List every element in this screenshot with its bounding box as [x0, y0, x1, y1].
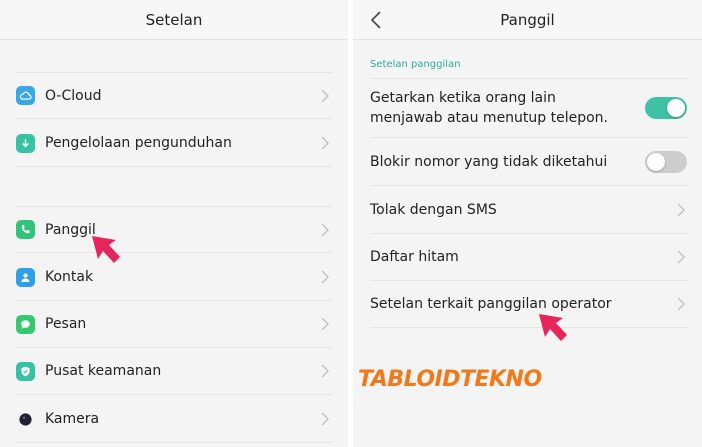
pointer-arrow-icon [539, 314, 567, 341]
operator-call-settings-row[interactable]: Setelan terkait panggilan operator [370, 281, 688, 328]
download-icon [16, 133, 35, 153]
settings-header: Setelan [0, 0, 348, 40]
call-header: Panggil [353, 0, 702, 40]
settings-item-messages[interactable]: Pesan [16, 301, 332, 348]
camera-icon [16, 410, 35, 429]
settings-item-label: Pesan [45, 316, 87, 332]
chevron-right-icon [321, 364, 330, 378]
page-title: Panggil [500, 10, 555, 29]
setting-label: Blokir nomor yang tidak diketahui [370, 153, 608, 170]
settings-item-phone[interactable]: Panggil [16, 206, 332, 253]
setting-label: Setelan terkait panggilan operator [370, 296, 612, 312]
chevron-right-icon [677, 250, 686, 264]
chevron-right-icon [321, 270, 330, 284]
setting-label: Getarkan ketika orang lain menjawab atau… [370, 90, 609, 126]
chevron-right-icon [321, 136, 330, 150]
chevron-right-icon [321, 412, 330, 426]
setting-label: Daftar hitam [370, 249, 459, 265]
vibrate-on-answer-row[interactable]: Getarkan ketika orang lain menjawab atau… [370, 78, 688, 138]
settings-item-label: Kontak [45, 269, 94, 285]
settings-item-contacts[interactable]: Kontak [16, 254, 332, 301]
settings-item-label: Pusat keamanan [45, 363, 162, 379]
setting-label: Tolak dengan SMS [370, 201, 497, 218]
watermark-text: TABLOIDTEKNO [358, 367, 542, 392]
settings-item-label: O-Cloud [45, 87, 102, 104]
chevron-right-icon [677, 297, 686, 311]
chevron-right-icon [321, 317, 330, 331]
shield-icon [16, 361, 35, 381]
blacklist-row[interactable]: Daftar hitam [370, 234, 688, 281]
settings-item-o-cloud[interactable]: O-Cloud [16, 72, 332, 119]
chevron-right-icon [321, 88, 330, 103]
block-unknown-numbers-row[interactable]: Blokir nomor yang tidak diketahui [370, 138, 688, 186]
settings-item-security-center[interactable]: Pusat keamanan [16, 348, 332, 395]
settings-screen: Setelan O-Cloud Pengelolaan pengunduhan … [0, 0, 348, 447]
block-unknown-toggle[interactable] [645, 150, 687, 173]
toggle-knob [667, 99, 685, 117]
settings-item-label: Kamera [45, 411, 100, 427]
back-arrow-icon[interactable] [367, 9, 387, 31]
settings-item-download-manager[interactable]: Pengelolaan pengunduhan [16, 120, 332, 167]
vibrate-toggle[interactable] [645, 97, 687, 119]
contact-icon [16, 267, 35, 287]
phone-icon [16, 220, 35, 239]
toggle-knob [647, 152, 665, 171]
message-icon [16, 314, 35, 334]
page-title: Setelan [145, 10, 203, 29]
chevron-right-icon [321, 222, 330, 237]
reject-with-sms-row[interactable]: Tolak dengan SMS [370, 186, 688, 234]
pointer-arrow-icon [92, 236, 120, 263]
section-header: Setelan panggilan [370, 59, 461, 70]
cloud-icon [16, 86, 35, 105]
chevron-right-icon [677, 202, 686, 217]
settings-item-camera[interactable]: Kamera [16, 396, 332, 443]
settings-item-label: Pengelolaan pengunduhan [45, 135, 232, 151]
